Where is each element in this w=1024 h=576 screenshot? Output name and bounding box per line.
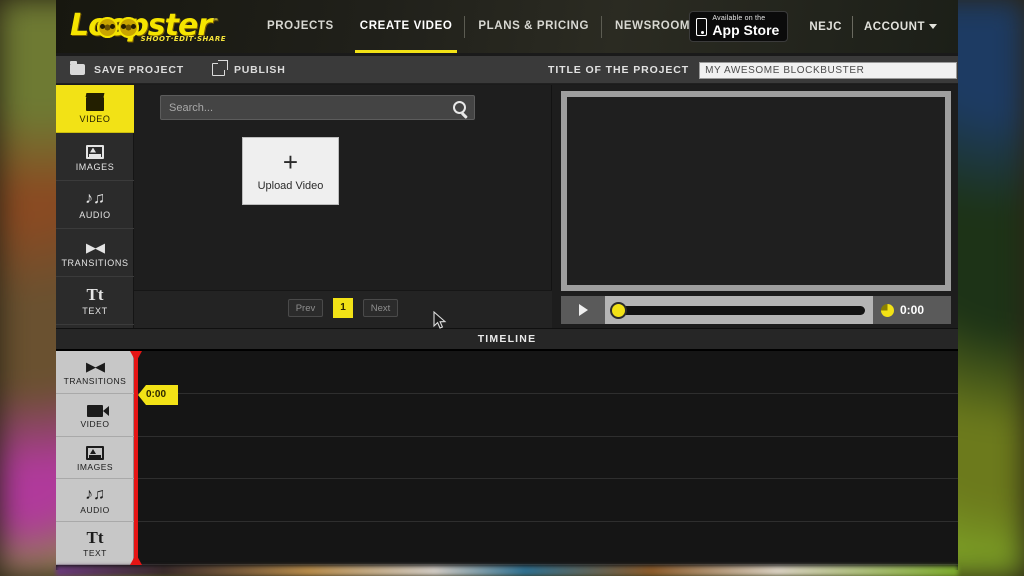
search-input[interactable]	[169, 96, 439, 119]
plus-icon: +	[282, 147, 299, 177]
scrubber[interactable]	[605, 296, 873, 324]
film-reel-icon	[118, 17, 139, 38]
playhead-time-tag: 0:00	[138, 385, 179, 405]
scrubber-handle[interactable]	[610, 301, 627, 319]
text-icon: Tt	[86, 527, 104, 547]
publish-label: PUBLISH	[233, 63, 286, 76]
search-icon[interactable]	[453, 101, 466, 114]
sidebar-item-label: VIDEO	[79, 113, 111, 124]
save-project-label: SAVE PROJECT	[94, 63, 184, 76]
bottom-photo-strip	[56, 566, 958, 576]
timeline-tracks-area[interactable]	[135, 351, 958, 565]
track-label: AUDIO	[80, 504, 110, 515]
user-name-link[interactable]: NEJC	[798, 12, 853, 42]
project-title-label: TITLE OF THE PROJECT	[548, 64, 690, 76]
editor-panel: VIDEO IMAGES ♪♫ AUDIO ▶◀ TRANSITIONS Tt …	[56, 85, 958, 328]
media-type-rail: VIDEO IMAGES ♪♫ AUDIO ▶◀ TRANSITIONS Tt …	[56, 85, 134, 328]
track-label-images[interactable]: IMAGES	[56, 437, 134, 480]
media-browser: + Upload Video Prev 1 Next	[134, 85, 552, 328]
project-toolbar: SAVE PROJECT PUBLISH TITLE OF THE PROJEC…	[56, 56, 958, 84]
track-label: IMAGES	[76, 461, 114, 472]
upload-video-label: Upload Video	[257, 180, 324, 192]
app-store-label: App Store	[712, 22, 780, 38]
project-title-group: TITLE OF THE PROJECT	[548, 56, 958, 84]
track-label: TRANSITIONS	[63, 376, 127, 387]
account-label: ACCOUNT	[864, 20, 925, 33]
search-box[interactable]	[160, 95, 475, 120]
time-display: 0:00	[873, 296, 951, 324]
chevron-down-icon	[929, 23, 937, 29]
upload-video-button[interactable]: + Upload Video	[242, 137, 339, 205]
timeline-track-rail: ▶◀ TRANSITIONS VIDEO IMAGES ♪♫ AUDIO Tt …	[56, 351, 134, 565]
sidebar-item-audio[interactable]: ♪♫ AUDIO	[56, 181, 134, 229]
track-row[interactable]	[135, 351, 958, 394]
track-label-text[interactable]: Tt TEXT	[56, 522, 134, 565]
sidebar-item-label: IMAGES	[75, 161, 115, 172]
film-reel-icon	[97, 17, 118, 38]
loopster-logo[interactable]: Loopster™ SHOOT·EDIT·SHARE	[70, 6, 240, 50]
video-preview-screen[interactable]	[561, 91, 951, 291]
track-label-audio[interactable]: ♪♫ AUDIO	[56, 479, 134, 523]
nav-item-projects[interactable]: PROJECTS	[254, 0, 347, 53]
sidebar-item-label: TRANSITIONS	[61, 257, 129, 268]
player-controls: 0:00	[561, 296, 951, 324]
header-right-group: Available on the App Store NEJC ACCOUNT	[689, 0, 948, 53]
sidebar-item-images[interactable]: IMAGES	[56, 133, 134, 181]
image-icon	[86, 443, 104, 460]
sidebar-item-label: AUDIO	[79, 209, 111, 220]
track-row[interactable]	[135, 522, 958, 565]
sidebar-item-text[interactable]: Tt TEXT	[56, 277, 134, 325]
export-icon	[211, 60, 228, 76]
transition-icon: ▶◀	[86, 239, 105, 255]
next-page-button[interactable]: Next	[363, 299, 398, 317]
play-icon	[578, 304, 588, 316]
nav-item-newsroom[interactable]: NEWSROOM	[602, 0, 703, 53]
mouse-cursor	[433, 311, 447, 329]
main-navigation: PROJECTS CREATE VIDEO PLANS & PRICING NE…	[254, 0, 703, 53]
page-number-1[interactable]: 1	[333, 298, 353, 318]
clapperboard-icon	[86, 94, 104, 111]
track-label: TEXT	[83, 547, 107, 558]
prev-page-button[interactable]: Prev	[288, 299, 323, 317]
clock-icon	[881, 303, 894, 317]
sidebar-item-label: TEXT	[82, 305, 108, 316]
current-time-value: 0:00	[900, 303, 925, 317]
app-store-badge[interactable]: Available on the App Store	[689, 11, 789, 42]
pagination: Prev 1 Next	[134, 298, 552, 318]
sidebar-item-transitions[interactable]: ▶◀ TRANSITIONS	[56, 229, 134, 277]
sidebar-item-video[interactable]: VIDEO	[56, 85, 134, 133]
music-note-icon: ♪♫	[85, 189, 105, 207]
preview-column: 0:00	[553, 85, 958, 328]
publish-button[interactable]: PUBLISH	[198, 56, 300, 84]
text-icon: Tt	[86, 284, 104, 304]
site-header: Loopster™ SHOOT·EDIT·SHARE PROJECTS CREA…	[56, 0, 958, 56]
track-row[interactable]	[135, 394, 958, 437]
track-label-transitions[interactable]: ▶◀ TRANSITIONS	[56, 351, 134, 394]
timeline-header: TIMELINE	[56, 328, 958, 349]
scrubber-track[interactable]	[610, 301, 865, 319]
image-icon	[86, 142, 104, 159]
project-title-input[interactable]	[699, 61, 958, 79]
track-row[interactable]	[135, 437, 958, 480]
trademark-icon: ™	[211, 17, 219, 26]
timeline-playhead[interactable]	[130, 351, 142, 565]
track-row[interactable]	[135, 479, 958, 523]
timeline-panel: ▶◀ TRANSITIONS VIDEO IMAGES ♪♫ AUDIO Tt …	[56, 349, 958, 567]
video-camera-icon	[87, 400, 109, 418]
loopster-app-window: Loopster™ SHOOT·EDIT·SHARE PROJECTS CREA…	[56, 0, 958, 570]
play-button[interactable]	[561, 296, 605, 324]
logo-tagline: SHOOT·EDIT·SHARE	[140, 35, 226, 43]
iphone-icon	[696, 17, 708, 36]
nav-item-create-video[interactable]: CREATE VIDEO	[347, 0, 466, 53]
nav-item-plans-pricing[interactable]: PLANS & PRICING	[465, 0, 602, 53]
timeline-title: TIMELINE	[477, 333, 537, 345]
account-menu[interactable]: ACCOUNT	[853, 12, 948, 42]
save-project-button[interactable]: SAVE PROJECT	[56, 56, 198, 84]
music-note-icon: ♪♫	[85, 485, 105, 503]
track-label: VIDEO	[80, 419, 110, 430]
track-label-video[interactable]: VIDEO	[56, 394, 134, 437]
transition-icon: ▶◀	[86, 359, 105, 375]
folder-icon	[70, 61, 85, 75]
